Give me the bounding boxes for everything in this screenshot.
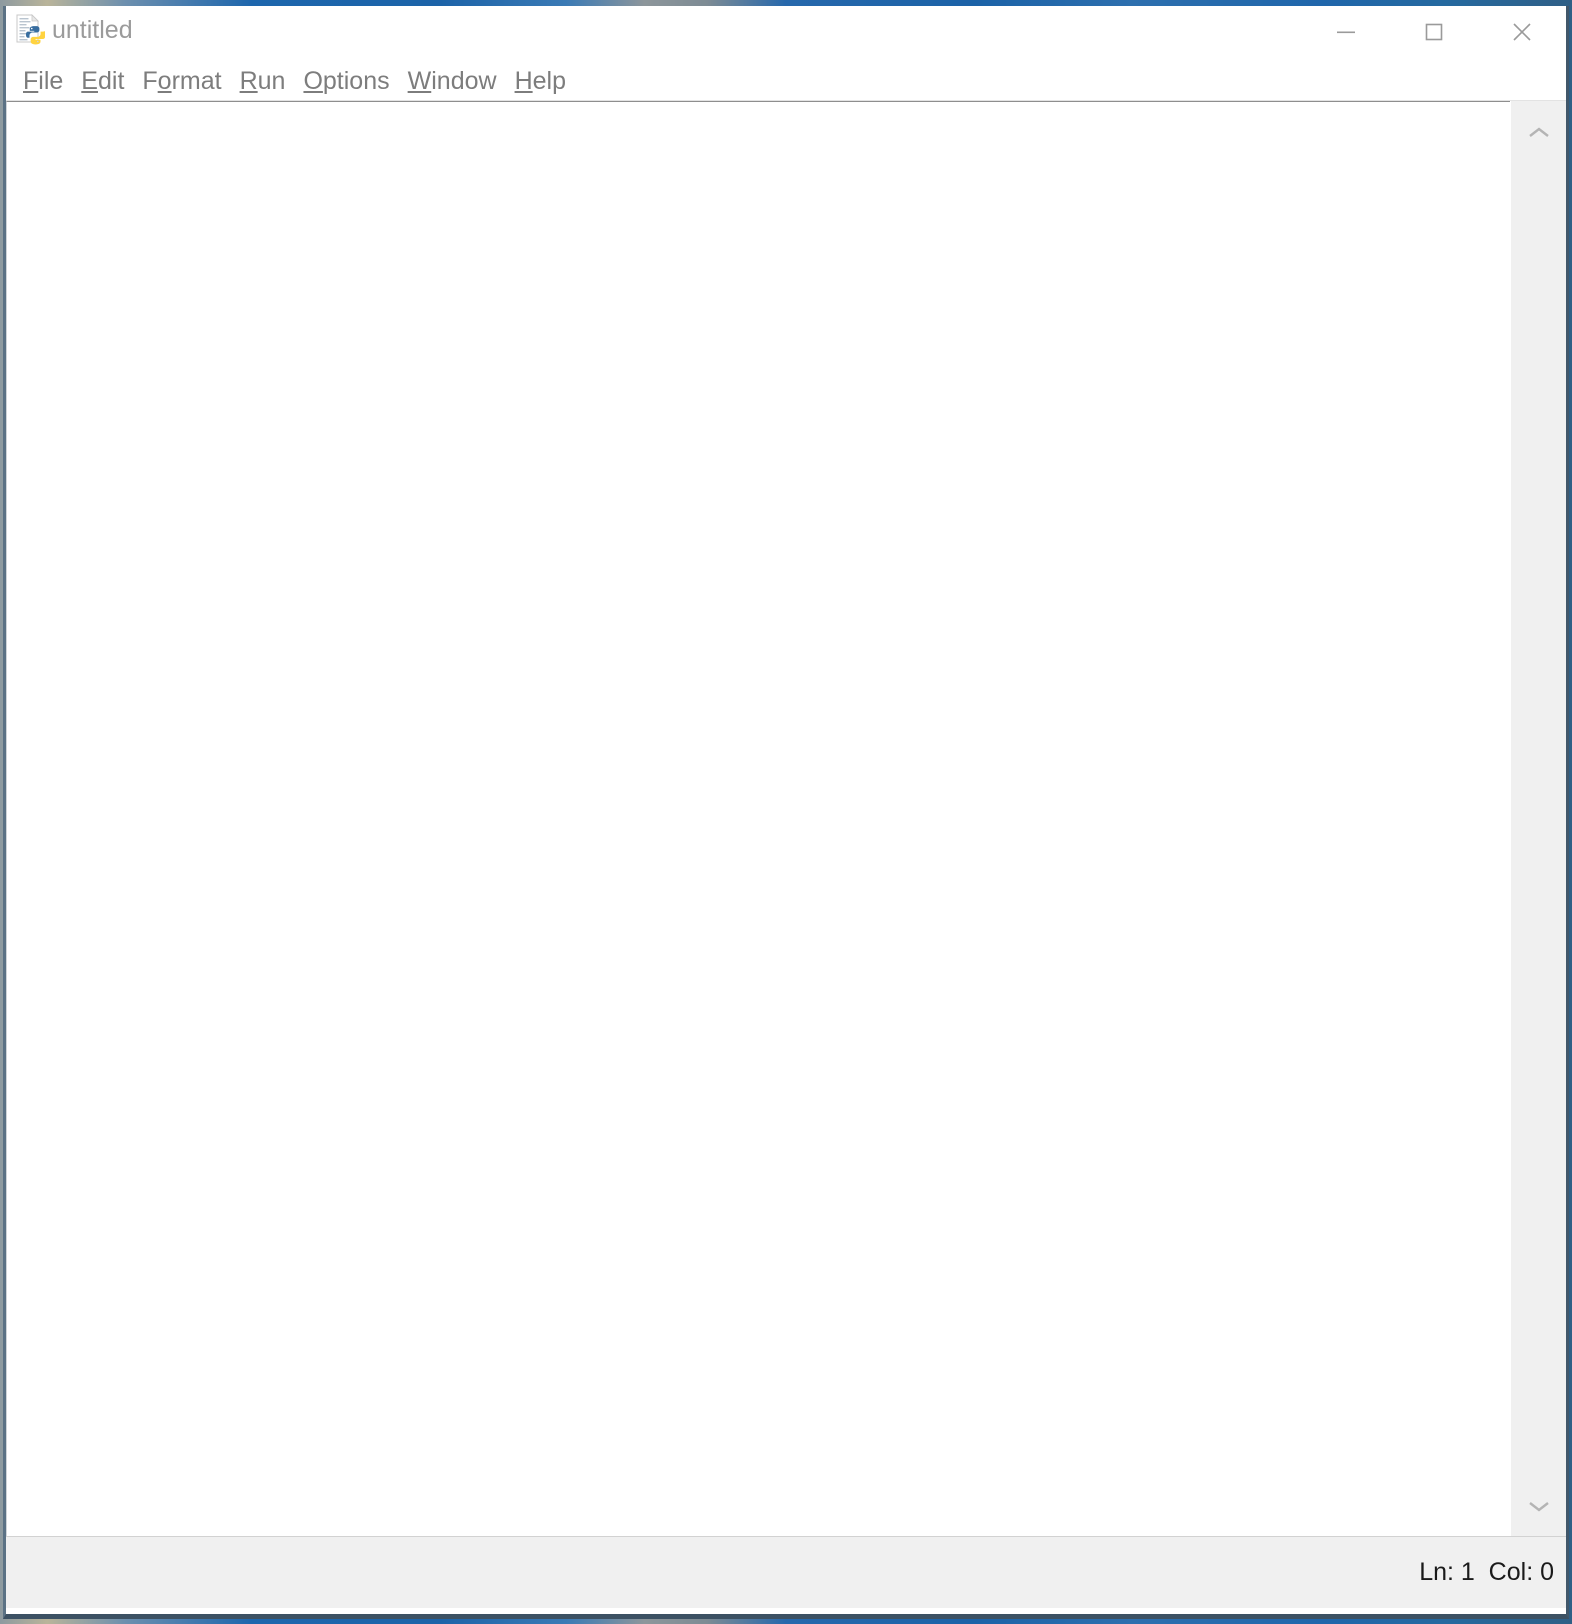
close-icon bbox=[1509, 19, 1535, 45]
menu-mnemonic-window: W bbox=[407, 66, 432, 95]
maximize-button[interactable] bbox=[1390, 6, 1478, 58]
menu-label-window: indow bbox=[431, 66, 497, 95]
menu-mnemonic-help: H bbox=[514, 66, 533, 95]
python-file-icon bbox=[15, 14, 46, 46]
menu-mnemonic-format: o bbox=[157, 66, 172, 95]
menu-item-format[interactable]: Format bbox=[133, 66, 230, 96]
menu-mnemonic-run: R bbox=[239, 66, 258, 95]
title-bar: untitled bbox=[6, 6, 1566, 61]
cursor-position-status: Ln: 1 Col: 0 bbox=[1419, 1558, 1554, 1586]
scroll-up-button[interactable] bbox=[1511, 107, 1566, 159]
minimize-icon bbox=[1334, 20, 1358, 44]
menu-mnemonic-options: O bbox=[303, 66, 323, 95]
menu-mnemonic-edit: E bbox=[81, 66, 98, 95]
scroll-down-button[interactable] bbox=[1511, 1480, 1566, 1532]
title-bar-left: untitled bbox=[6, 6, 133, 46]
menu-label-format: rmat bbox=[171, 66, 222, 95]
chevron-down-icon bbox=[1526, 1498, 1552, 1514]
menu-label-help: elp bbox=[532, 66, 566, 95]
window-title: untitled bbox=[52, 16, 133, 44]
menu-item-edit[interactable]: Edit bbox=[72, 66, 133, 96]
menu-item-options[interactable]: Options bbox=[294, 66, 398, 96]
window-controls bbox=[1302, 6, 1566, 58]
chevron-up-icon bbox=[1526, 125, 1552, 141]
menu-item-file[interactable]: File bbox=[14, 66, 72, 96]
menu-label-file: ile bbox=[38, 66, 64, 95]
idle-editor-window: untitled File Edit Format Run Options Wi… bbox=[3, 6, 1569, 1619]
menu-item-run[interactable]: Run bbox=[231, 66, 295, 96]
menu-label-edit: dit bbox=[97, 66, 125, 95]
menu-mnemonic-file: F bbox=[23, 66, 39, 95]
close-button[interactable] bbox=[1478, 6, 1566, 58]
menu-bar: File Edit Format Run Options Window Help bbox=[6, 61, 1566, 101]
menu-label-options: ptions bbox=[322, 66, 390, 95]
minimize-button[interactable] bbox=[1302, 6, 1390, 58]
menu-label-format-pre: F bbox=[142, 66, 158, 95]
editor-area bbox=[6, 101, 1566, 1536]
code-text-area[interactable] bbox=[6, 101, 1510, 1536]
menu-label-run: un bbox=[257, 66, 286, 95]
maximize-icon bbox=[1422, 20, 1446, 44]
menu-item-window[interactable]: Window bbox=[399, 66, 506, 96]
vertical-scrollbar[interactable] bbox=[1510, 101, 1566, 1536]
menu-item-help[interactable]: Help bbox=[506, 66, 575, 96]
status-bar: Ln: 1 Col: 0 bbox=[6, 1536, 1566, 1608]
